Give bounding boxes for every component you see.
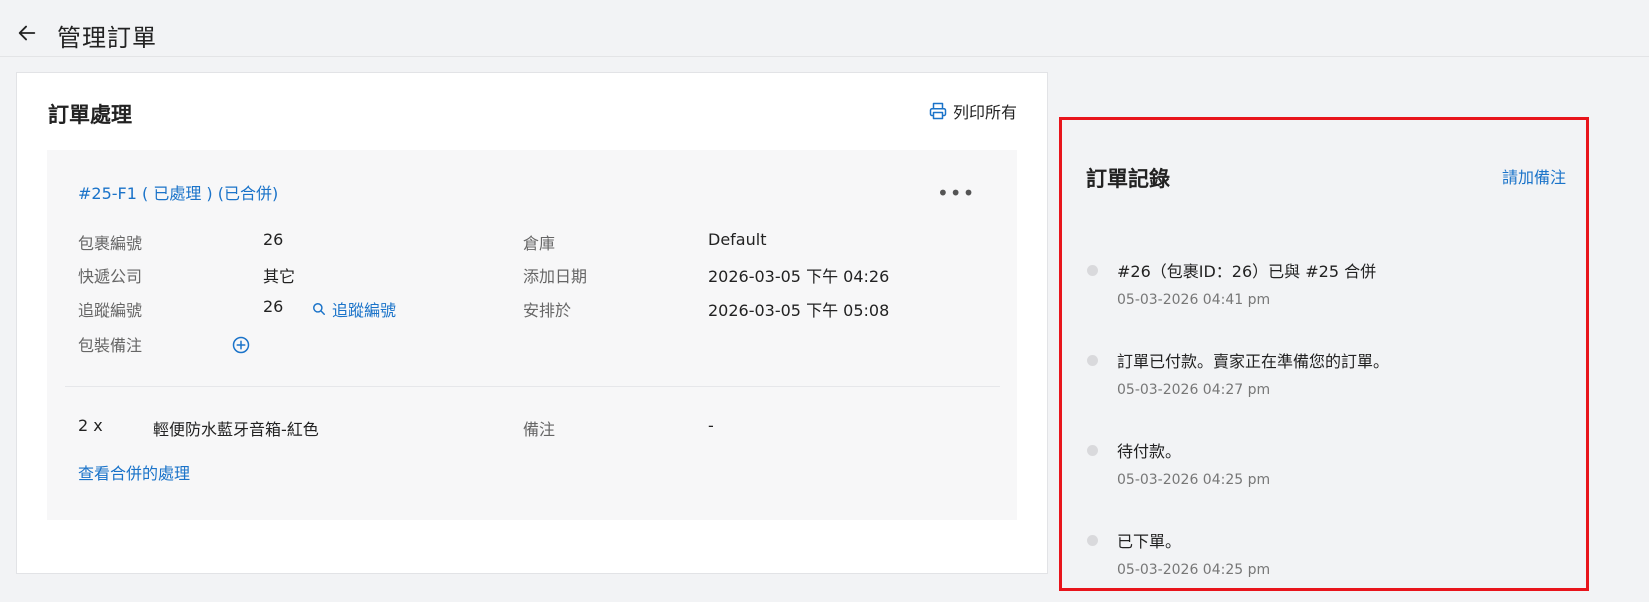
track-shipment-link[interactable]: 追蹤編號 bbox=[312, 297, 396, 321]
history-entry-time: 05-03-2026 04:25 pm bbox=[1117, 472, 1271, 488]
fulfillment-card: 訂單處理 列印所有 #25-F1 ( 已處理 ) (已合併) ••• 包裹編號 … bbox=[16, 72, 1048, 574]
history-entry: 已下單。 05-03-2026 04:25 pm bbox=[1062, 528, 1582, 598]
warehouse-label: 倉庫 bbox=[523, 234, 556, 253]
warehouse-value: Default bbox=[708, 230, 767, 249]
arrow-left-icon bbox=[18, 25, 36, 41]
more-options-button[interactable]: ••• bbox=[937, 183, 975, 203]
tracking-label: 追蹤編號 bbox=[78, 301, 143, 320]
timeline-dot bbox=[1087, 535, 1098, 546]
history-entry-time: 05-03-2026 04:27 pm bbox=[1117, 382, 1271, 398]
tracking-value: 26 bbox=[263, 297, 284, 316]
timeline-dot bbox=[1087, 445, 1098, 456]
top-bar: 管理訂單 bbox=[0, 0, 1649, 57]
added-date-value: 2026-03-05 下午 04:26 bbox=[708, 267, 890, 286]
fulfillment-title: 訂單處理 bbox=[48, 103, 132, 127]
added-date-label: 添加日期 bbox=[523, 267, 588, 286]
history-entry-time: 05-03-2026 04:41 pm bbox=[1117, 292, 1271, 308]
print-all-button[interactable]: 列印所有 bbox=[929, 99, 1017, 123]
item-name: 輕便防水藍牙音箱-紅色 bbox=[153, 420, 319, 439]
item-note-label: 備注 bbox=[523, 420, 556, 439]
package-no-label: 包裹編號 bbox=[78, 234, 143, 253]
history-entry: 待付款。 05-03-2026 04:25 pm bbox=[1062, 438, 1582, 508]
order-history-panel: 訂單記錄 請加備注 #26（包裹ID：26）已與 #25 合併 05-03-20… bbox=[1059, 117, 1589, 591]
back-button[interactable] bbox=[16, 22, 40, 46]
order-history-title: 訂單記錄 bbox=[1086, 167, 1170, 191]
timeline-dot bbox=[1087, 265, 1098, 276]
add-note-link[interactable]: 請加備注 bbox=[1502, 164, 1566, 188]
page-title: 管理訂單 bbox=[57, 24, 157, 52]
courier-label: 快遞公司 bbox=[78, 267, 143, 286]
scheduled-label: 安排於 bbox=[523, 301, 572, 320]
history-entry-text: #26（包裹ID：26）已與 #25 合併 bbox=[1117, 262, 1377, 281]
timeline-dot bbox=[1087, 355, 1098, 366]
courier-value: 其它 bbox=[263, 267, 296, 286]
package-id-link[interactable]: #25-F1 ( 已處理 ) (已合併) bbox=[78, 180, 278, 204]
package-no-value: 26 bbox=[263, 230, 284, 249]
packing-note-label: 包裝備注 bbox=[78, 336, 143, 355]
item-quantity: 2 x bbox=[78, 416, 103, 435]
package-panel: #25-F1 ( 已處理 ) (已合併) ••• 包裹編號 26 倉庫 Defa… bbox=[47, 150, 1017, 520]
track-shipment-label: 追蹤編號 bbox=[332, 301, 397, 320]
plus-circle-icon bbox=[232, 336, 250, 354]
history-entry-time: 05-03-2026 04:25 pm bbox=[1117, 562, 1271, 578]
printer-icon bbox=[929, 102, 947, 120]
view-merged-link[interactable]: 查看合併的處理 bbox=[78, 460, 190, 484]
add-packing-note-button[interactable] bbox=[232, 336, 250, 354]
history-entry-text: 待付款。 bbox=[1117, 442, 1182, 461]
search-icon bbox=[313, 303, 325, 315]
print-all-label: 列印所有 bbox=[952, 103, 1017, 122]
divider bbox=[65, 386, 1000, 387]
item-note-value: - bbox=[708, 416, 714, 435]
scheduled-value: 2026-03-05 下午 05:08 bbox=[708, 301, 890, 320]
history-entry-text: 已下單。 bbox=[1117, 532, 1182, 551]
history-entry: 訂單已付款。賣家正在準備您的訂單。 05-03-2026 04:27 pm bbox=[1062, 348, 1582, 418]
history-entry-text: 訂單已付款。賣家正在準備您的訂單。 bbox=[1117, 352, 1390, 371]
history-entry: #26（包裹ID：26）已與 #25 合併 05-03-2026 04:41 p… bbox=[1062, 258, 1582, 328]
